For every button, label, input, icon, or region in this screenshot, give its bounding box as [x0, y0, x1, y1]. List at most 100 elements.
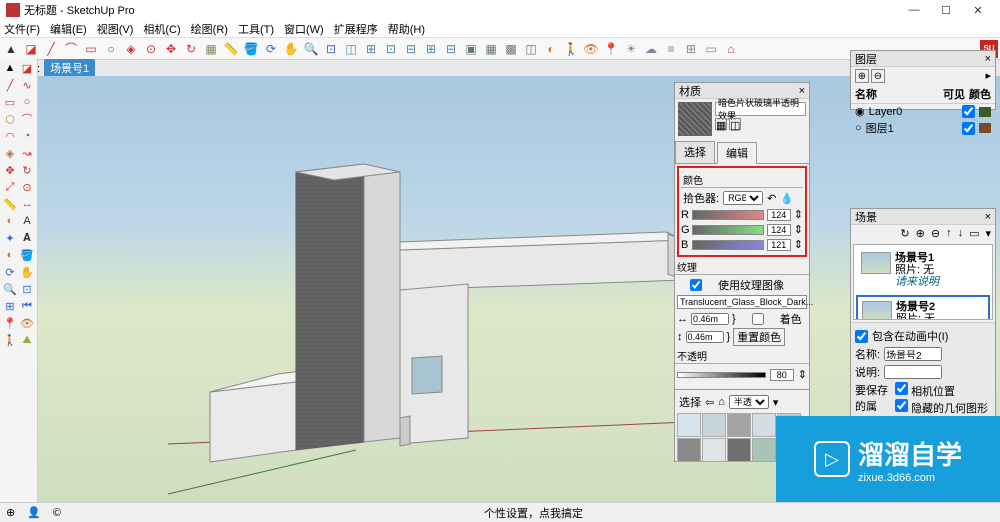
- material-swatch[interactable]: [752, 438, 776, 462]
- move-tool-icon[interactable]: ✥: [162, 40, 180, 58]
- zoom2-icon[interactable]: 🔍: [2, 281, 18, 297]
- scene-up-icon[interactable]: ↑: [946, 227, 952, 240]
- scene-item[interactable]: 场景号2 照片: 无 请来说明: [856, 295, 990, 320]
- dim-icon[interactable]: ↔: [19, 196, 35, 212]
- layer-color-swatch[interactable]: [979, 107, 991, 117]
- r-slider[interactable]: [692, 210, 764, 220]
- position2-icon[interactable]: 📍: [2, 315, 18, 331]
- move2-icon[interactable]: ✥: [2, 162, 18, 178]
- scene-view-icon[interactable]: ▭: [969, 227, 979, 240]
- shaded-icon[interactable]: ▦: [482, 40, 500, 58]
- zoom-extents-icon[interactable]: ⊡: [322, 40, 340, 58]
- circle-tool-icon[interactable]: ○: [102, 40, 120, 58]
- protractor-icon[interactable]: ◐: [2, 213, 18, 229]
- scene-desc-input[interactable]: [884, 365, 942, 379]
- texture-height-input[interactable]: [686, 331, 724, 343]
- link-icon[interactable]: ↕: [677, 331, 683, 343]
- status-geo-icon[interactable]: ⊕: [6, 506, 15, 519]
- walk-icon[interactable]: 🚶: [562, 40, 580, 58]
- rotate2-icon[interactable]: ↻: [19, 162, 35, 178]
- texture-width-input[interactable]: [691, 313, 729, 325]
- eraser-tool-icon[interactable]: ◪: [22, 40, 40, 58]
- freehand-icon[interactable]: ∿: [19, 77, 35, 93]
- scene-add-icon[interactable]: ⊕: [916, 227, 925, 240]
- b-slider[interactable]: [692, 240, 764, 250]
- fog-icon[interactable]: ☁: [642, 40, 660, 58]
- layer-color-swatch[interactable]: [979, 123, 991, 133]
- scene-down-icon[interactable]: ↓: [958, 227, 964, 240]
- walk2-icon[interactable]: 🚶: [2, 332, 18, 348]
- undo-color-icon[interactable]: ↶: [767, 192, 776, 205]
- pan2-icon[interactable]: ✋: [19, 264, 35, 280]
- arc-icon[interactable]: ⌒: [19, 111, 35, 127]
- colorize-checkbox[interactable]: [739, 313, 777, 325]
- opacity-value[interactable]: 80: [770, 369, 794, 381]
- b-value[interactable]: 121: [767, 239, 791, 251]
- texture-icon[interactable]: ▩: [502, 40, 520, 58]
- pie-icon[interactable]: ◔: [19, 128, 35, 144]
- status-person-icon[interactable]: 👤: [27, 506, 41, 519]
- iso-view-icon[interactable]: ◫: [342, 40, 360, 58]
- material-swatch[interactable]: [702, 438, 726, 462]
- materials-edit-tab[interactable]: 编辑: [717, 142, 757, 164]
- orbit2-icon[interactable]: ⟳: [2, 264, 18, 280]
- orbit-tool-icon[interactable]: ⟳: [262, 40, 280, 58]
- scenes-close-icon[interactable]: ×: [985, 211, 991, 223]
- material-preview[interactable]: [678, 102, 712, 136]
- minimize-button[interactable]: —: [898, 0, 930, 20]
- menu-view[interactable]: 视图(V): [97, 21, 134, 37]
- g-value[interactable]: 124: [767, 224, 791, 236]
- close-button[interactable]: ✕: [962, 0, 994, 20]
- menu-edit[interactable]: 编辑(E): [50, 21, 87, 37]
- menu-file[interactable]: 文件(F): [4, 21, 40, 37]
- b-stepper[interactable]: ⇕: [794, 238, 803, 251]
- shadow-icon[interactable]: ☀: [622, 40, 640, 58]
- scene-tab-1[interactable]: 场景号1: [44, 59, 95, 77]
- picker-mode-select[interactable]: RGB: [723, 191, 763, 205]
- zoom-tool-icon[interactable]: 🔍: [302, 40, 320, 58]
- section2-icon[interactable]: ◐: [2, 247, 18, 263]
- line-icon[interactable]: ╱: [2, 77, 18, 93]
- select-icon[interactable]: ▲: [2, 60, 18, 76]
- offset2-icon[interactable]: ⊙: [19, 179, 35, 195]
- warehouse-icon[interactable]: ⌂: [722, 40, 740, 58]
- opacity-slider[interactable]: [677, 372, 766, 378]
- menu-extensions[interactable]: 扩展程序: [334, 21, 378, 37]
- xray-icon[interactable]: ◫: [522, 40, 540, 58]
- layer-remove-button[interactable]: ⊖: [871, 69, 885, 83]
- rotate-tool-icon[interactable]: ↻: [182, 40, 200, 58]
- axes-icon[interactable]: ✦: [2, 230, 18, 246]
- outliner-icon[interactable]: ⊞: [682, 40, 700, 58]
- prev-icon[interactable]: ⏮: [19, 298, 35, 314]
- materials-close-icon[interactable]: ×: [799, 85, 805, 97]
- layer-radio[interactable]: ○: [855, 122, 862, 134]
- material-swatch[interactable]: [677, 413, 701, 437]
- layer-radio[interactable]: ◉: [855, 105, 865, 118]
- browser-home-icon[interactable]: ⌂: [718, 396, 725, 408]
- wireframe-icon[interactable]: ▣: [462, 40, 480, 58]
- g-stepper[interactable]: ⇕: [794, 223, 803, 236]
- push-tool-icon[interactable]: ◈: [122, 40, 140, 58]
- materials-select-tab[interactable]: 选择: [675, 141, 715, 163]
- material-name-field[interactable]: 暗色片状玻璃半透明效果: [715, 102, 806, 116]
- r-value[interactable]: 124: [767, 209, 791, 221]
- look-icon[interactable]: 👁: [582, 40, 600, 58]
- browser-category-select[interactable]: 半透明材质: [729, 395, 769, 409]
- layer-row[interactable]: ◉ Layer0: [851, 104, 995, 119]
- 3dtext-icon[interactable]: 𝐀: [19, 230, 35, 246]
- scene-item[interactable]: 场景号1 照片: 无 请来说明: [856, 247, 990, 293]
- polygon-icon[interactable]: ⬡: [2, 111, 18, 127]
- scale-tool-icon[interactable]: ▦: [202, 40, 220, 58]
- use-texture-checkbox[interactable]: [677, 279, 715, 291]
- select-tool-icon[interactable]: ▲: [2, 40, 20, 58]
- section-icon[interactable]: ◐: [542, 40, 560, 58]
- arc2-icon[interactable]: ◠: [2, 128, 18, 144]
- line-tool-icon[interactable]: ╱: [42, 40, 60, 58]
- top-view-icon[interactable]: ⊞: [362, 40, 380, 58]
- scale2-icon[interactable]: ⤢: [2, 179, 18, 195]
- sandbox-icon[interactable]: ⛰: [19, 332, 35, 348]
- layer-menu-icon[interactable]: ▸: [985, 69, 991, 83]
- push-icon[interactable]: ◈: [2, 145, 18, 161]
- menu-window[interactable]: 窗口(W): [284, 21, 324, 37]
- circle-icon[interactable]: ○: [19, 94, 35, 110]
